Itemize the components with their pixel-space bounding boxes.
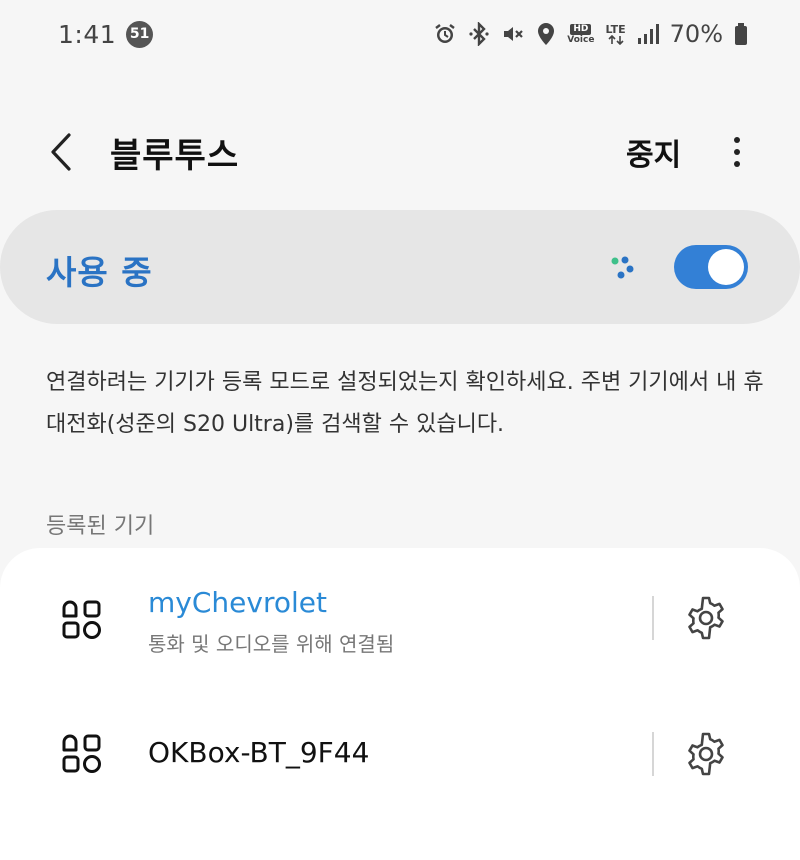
battery-percent: 70% (669, 20, 723, 48)
battery-icon (734, 22, 748, 46)
app-bar: 블루투스 중지 (0, 110, 800, 190)
bluetooth-toggle[interactable] (674, 245, 748, 289)
toggle-knob (708, 249, 744, 285)
voice-label: Voice (567, 34, 595, 45)
apps-grid-icon (62, 734, 101, 773)
device-status: 통화 및 오디오를 위해 연결됨 (148, 632, 395, 656)
apps-grid-icon (62, 600, 101, 639)
back-button[interactable] (44, 132, 78, 172)
lte-label: LTE (605, 22, 626, 36)
hd-label: HD (570, 23, 592, 35)
lte-indicator: LTE (605, 22, 626, 45)
bluetooth-icon (468, 22, 490, 46)
device-row-mychevrolet[interactable]: myChevrolet 통화 및 오디오를 위해 연결됨 (0, 552, 800, 682)
location-icon (536, 22, 556, 46)
notification-count-badge: 51 (126, 20, 154, 48)
device-name: myChevrolet (148, 586, 327, 619)
stop-scan-button[interactable]: 중지 (626, 130, 681, 174)
hd-voice-indicator: HD Voice (567, 23, 595, 45)
device-row-okbox[interactable]: OKBox-BT_9F44 (0, 690, 800, 820)
alarm-icon (433, 22, 457, 46)
scanning-icon (611, 256, 634, 279)
clock: 1:41 (58, 19, 117, 49)
divider (652, 596, 654, 640)
device-name: OKBox-BT_9F44 (148, 736, 370, 769)
bluetooth-settings-screen: 1:41 51 HD Voice LTE 70% 블루투스 중지 사용 중 연결… (0, 0, 800, 860)
master-switch-label: 사용 중 (46, 253, 153, 292)
mute-icon (501, 22, 525, 46)
status-bar: 1:41 51 HD Voice LTE 70% (0, 0, 800, 68)
more-options-button[interactable] (722, 130, 752, 174)
divider (652, 732, 654, 776)
paired-devices-header: 등록된 기기 (46, 514, 155, 539)
signal-icon (637, 23, 659, 45)
more-vert-icon (734, 137, 740, 143)
chevron-left-icon (51, 133, 71, 171)
data-arrows-icon (607, 34, 624, 45)
page-title: 블루투스 (110, 136, 240, 176)
gear-icon[interactable] (682, 730, 730, 778)
status-right: HD Voice LTE 70% (433, 20, 748, 48)
gear-icon[interactable] (682, 594, 730, 642)
status-left: 1:41 51 (58, 19, 154, 49)
pairing-description: 연결하려는 기기가 등록 모드로 설정되었는지 확인하세요. 주변 기기에서 내… (46, 370, 764, 437)
